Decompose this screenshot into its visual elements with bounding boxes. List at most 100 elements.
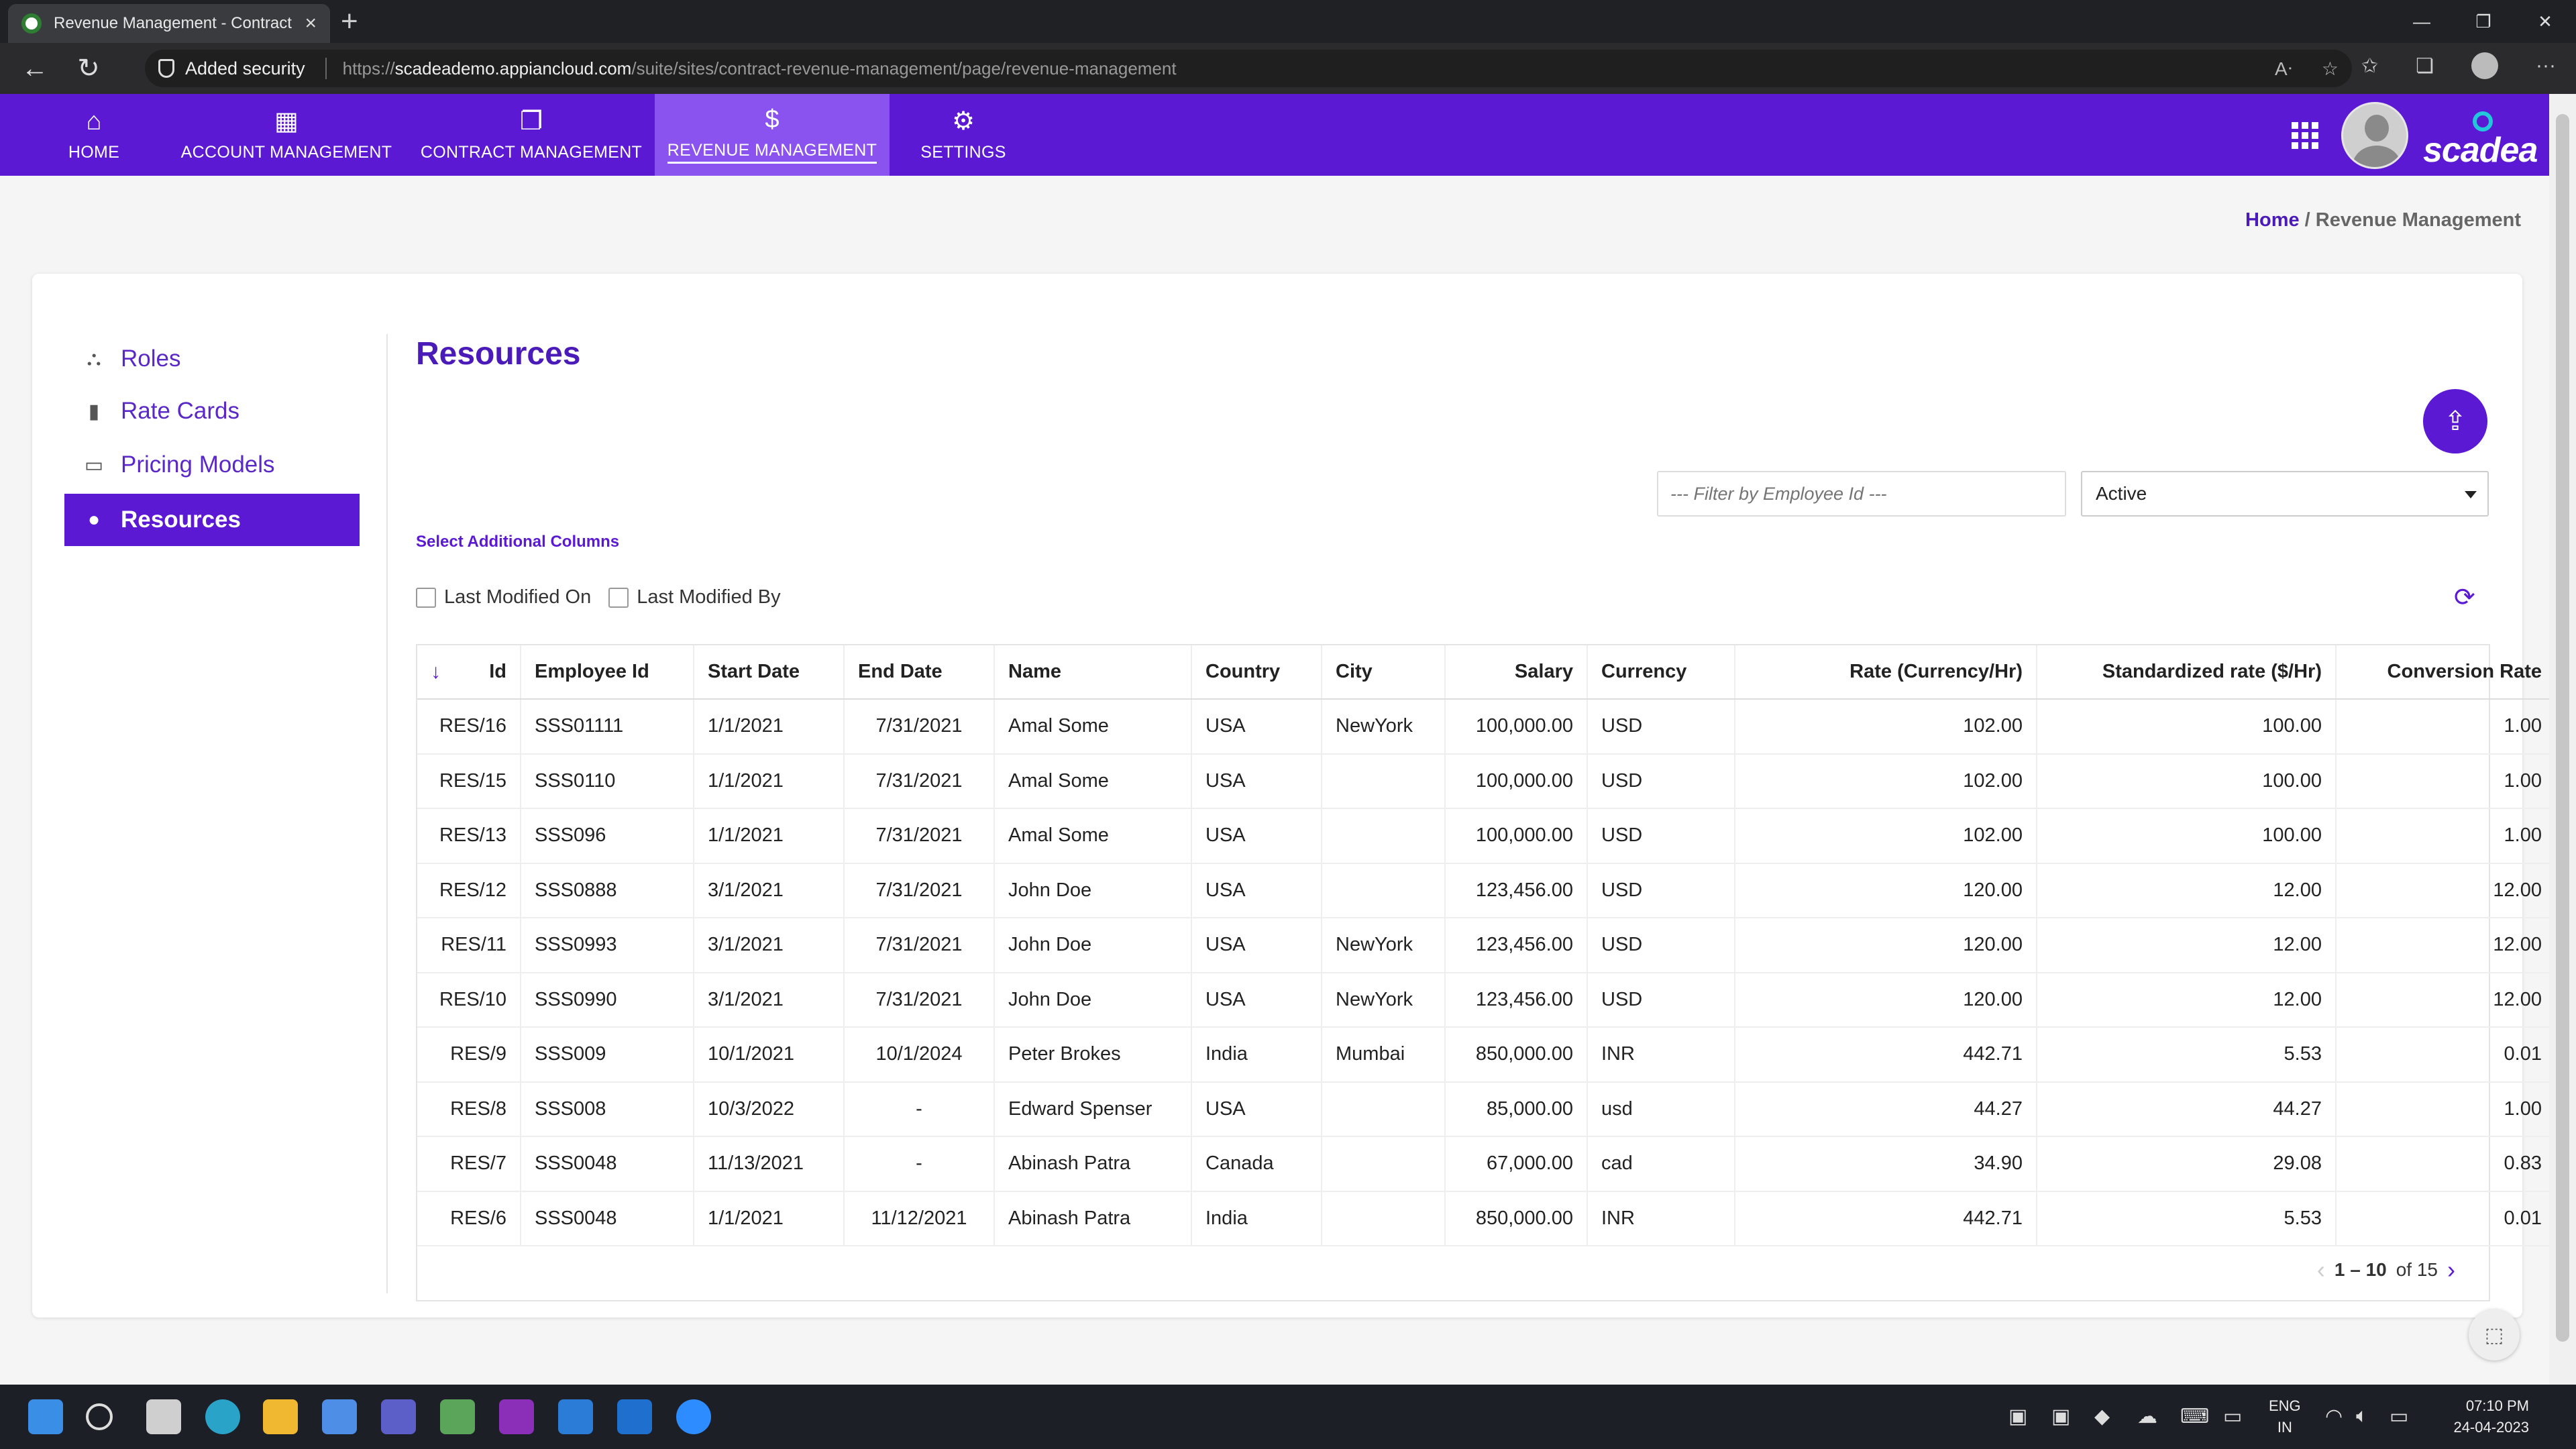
column-header-start-date[interactable]: Start Date [694, 645, 845, 700]
table-row[interactable]: RES/15 SSS0110 1/1/2021 7/31/2021 Amal Some U… [417, 753, 2557, 809]
column-header-rate[interactable]: Rate (Currency/Hr) [1735, 645, 2037, 700]
security-label[interactable]: Added security [185, 58, 305, 79]
profile-icon[interactable] [2471, 52, 2499, 79]
status-dropdown[interactable]: Active [2081, 471, 2489, 517]
sort-descending-icon[interactable]: ↓ [431, 661, 441, 684]
close-tab-icon[interactable]: × [305, 12, 317, 35]
table-cell: 100,000.00 [1445, 699, 1588, 755]
nav-account-management[interactable]: ▦ ACCOUNT MANAGEMENT [176, 94, 397, 176]
clock-date: 24-04-2023 [2453, 1419, 2529, 1436]
vscode-icon[interactable] [558, 1399, 593, 1434]
back-icon[interactable]: ← [11, 48, 59, 89]
volume-icon[interactable]: 🔈︎ [2356, 1405, 2368, 1428]
teams-icon[interactable] [381, 1399, 416, 1434]
notepad-icon[interactable] [440, 1399, 475, 1434]
table-cell: 102.00 [1735, 753, 2037, 809]
onedrive-icon[interactable]: ☁ [2137, 1405, 2157, 1428]
windows-taskbar: ▣ ▣ ◆ ☁ ⌨ ▭ ENG IN ◠ 🔈︎ ▭ 07:10 PM 24-04… [0, 1385, 2576, 1449]
column-header-conversion-rate[interactable]: Conversion Rate [2336, 645, 2557, 700]
previous-page-icon[interactable]: ‹ [2317, 1256, 2325, 1284]
last-modified-by-checkbox[interactable] [608, 587, 629, 608]
column-header-salary[interactable]: Salary [1445, 645, 1588, 700]
table-row[interactable]: RES/9 SSS009 10/1/2021 10/1/2024 Peter Broke… [417, 1027, 2557, 1083]
browser-tab-strip: Revenue Management - Contract × + — ❐ ✕ [0, 0, 2576, 43]
vertical-scrollbar[interactable] [2549, 94, 2576, 1385]
table-cell: USD [1587, 808, 1735, 864]
refresh-icon[interactable]: ⟳ [2454, 582, 2475, 612]
edge-icon[interactable] [205, 1399, 240, 1434]
nav-contract-management[interactable]: ❐ CONTRACT MANAGEMENT [417, 94, 645, 176]
wifi-icon[interactable]: ◠ [2325, 1405, 2343, 1428]
breadcrumb-separator: / [2299, 209, 2316, 231]
table-cell: 1.00 [2336, 753, 2557, 809]
column-header-end-date[interactable]: End Date [844, 645, 995, 700]
table-cell: 7/31/2021 [844, 863, 995, 918]
search-icon[interactable] [86, 1403, 113, 1430]
nav-home[interactable]: ⌂ HOME [40, 94, 148, 176]
table-cell: 100,000.00 [1445, 808, 1588, 864]
employee-id-filter-input[interactable] [1657, 471, 2066, 517]
table-cell: USD [1587, 972, 1735, 1028]
table-row[interactable]: RES/7 SSS0048 11/13/2021- Abinash Patra Cana… [417, 1136, 2557, 1192]
favorites-icon[interactable]: ✩ [2361, 54, 2378, 78]
table-row[interactable]: RES/8 SSS008 10/3/2022- Edward Spenser USA 85… [417, 1081, 2557, 1137]
read-aloud-icon[interactable]: Aᐧ [2275, 58, 2292, 80]
nav-revenue-management[interactable]: $ REVENUE MANAGEMENT [655, 94, 890, 176]
sidebar-item-roles[interactable]: ⛬ Roles [64, 333, 360, 385]
browser-tab[interactable]: Revenue Management - Contract × [8, 4, 330, 43]
last-modified-on-checkbox[interactable] [416, 587, 436, 608]
next-page-icon[interactable]: › [2447, 1256, 2455, 1284]
outlook-tray-icon[interactable]: ▣ [2008, 1405, 2027, 1428]
column-header-country[interactable]: Country [1191, 645, 1322, 700]
onenote-icon[interactable] [499, 1399, 534, 1434]
keyboard-icon[interactable]: ⌨ [2180, 1405, 2209, 1428]
more-icon[interactable]: ··· [2536, 54, 2556, 77]
table-row[interactable]: RES/6 SSS0048 1/1/2021 11/12/2021 Abinash Pa… [417, 1191, 2557, 1246]
table-cell: RES/7 [417, 1136, 521, 1192]
address-bar[interactable]: Added security https:// scadeademo.appia… [145, 50, 2352, 87]
sidebar-item-resources[interactable]: ● Resources [64, 494, 360, 546]
teams-tray-icon[interactable]: ▣ [2051, 1405, 2070, 1428]
zoom-icon[interactable] [676, 1399, 711, 1434]
scrollbar-thumb[interactable] [2556, 114, 2569, 1342]
table-row[interactable]: RES/11 SSS0993 3/1/2021 7/31/2021 John Doe US… [417, 918, 2557, 973]
battery-icon[interactable]: ▭ [2390, 1405, 2408, 1428]
outlook-icon[interactable] [617, 1399, 652, 1434]
column-header-currency[interactable]: Currency [1587, 645, 1735, 700]
reload-icon[interactable]: ↻ [64, 48, 113, 89]
collections-icon[interactable]: ❏ [2416, 54, 2434, 78]
task-view-icon[interactable] [146, 1399, 181, 1434]
defender-tray-icon[interactable]: ◆ [2094, 1405, 2110, 1428]
table-row[interactable]: RES/12 SSS0888 3/1/2021 7/31/2021 John Doe US… [417, 863, 2557, 918]
language-indicator[interactable]: ENG IN [2269, 1395, 2301, 1438]
upload-button[interactable]: ⇪ [2423, 389, 2487, 453]
table-row[interactable]: RES/13 SSS096 1/1/2021 7/31/2021 Amal Some US… [417, 808, 2557, 864]
add-favorite-icon[interactable]: ☆ [2322, 58, 2339, 80]
store-icon[interactable] [322, 1399, 357, 1434]
avatar[interactable] [2341, 102, 2408, 169]
sidebar-item-pricing-models[interactable]: ▭ Pricing Models [64, 439, 360, 491]
feedback-button[interactable]: ⬚ [2469, 1309, 2520, 1360]
nav-settings[interactable]: ⚙ SETTINGS [910, 94, 1017, 176]
close-window-icon[interactable]: ✕ [2514, 0, 2576, 43]
start-icon[interactable] [28, 1399, 63, 1434]
column-header-standardized-rate[interactable]: Standardized rate ($/Hr) [2037, 645, 2337, 700]
table-row[interactable]: RES/16 SSS01111 1/1/2021 7/31/2021 Amal Some… [417, 699, 2557, 755]
minimize-icon[interactable]: — [2391, 0, 2453, 43]
display-icon[interactable]: ▭ [2223, 1405, 2242, 1428]
table-cell: USA [1191, 699, 1322, 755]
tab-title: Revenue Management - Contract [54, 14, 292, 32]
column-header-employee-id[interactable]: Employee Id [521, 645, 694, 700]
app-launcher-icon[interactable] [2292, 122, 2318, 149]
breadcrumb-home-link[interactable]: Home [2245, 209, 2300, 231]
column-header-name[interactable]: Name [994, 645, 1192, 700]
table-cell [1322, 1081, 1446, 1137]
system-clock[interactable]: 07:10 PM 24-04-2023 [2453, 1395, 2529, 1438]
file-explorer-icon[interactable] [263, 1399, 298, 1434]
table-row[interactable]: RES/10 SSS0990 3/1/2021 7/31/2021 John Doe US… [417, 972, 2557, 1028]
new-tab-icon[interactable]: + [341, 5, 358, 38]
column-header-id[interactable]: ↓ Id [417, 645, 521, 700]
column-header-city[interactable]: City [1322, 645, 1446, 700]
restore-icon[interactable]: ❐ [2453, 0, 2514, 43]
sidebar-item-rate-cards[interactable]: ▮ Rate Cards [64, 385, 360, 437]
